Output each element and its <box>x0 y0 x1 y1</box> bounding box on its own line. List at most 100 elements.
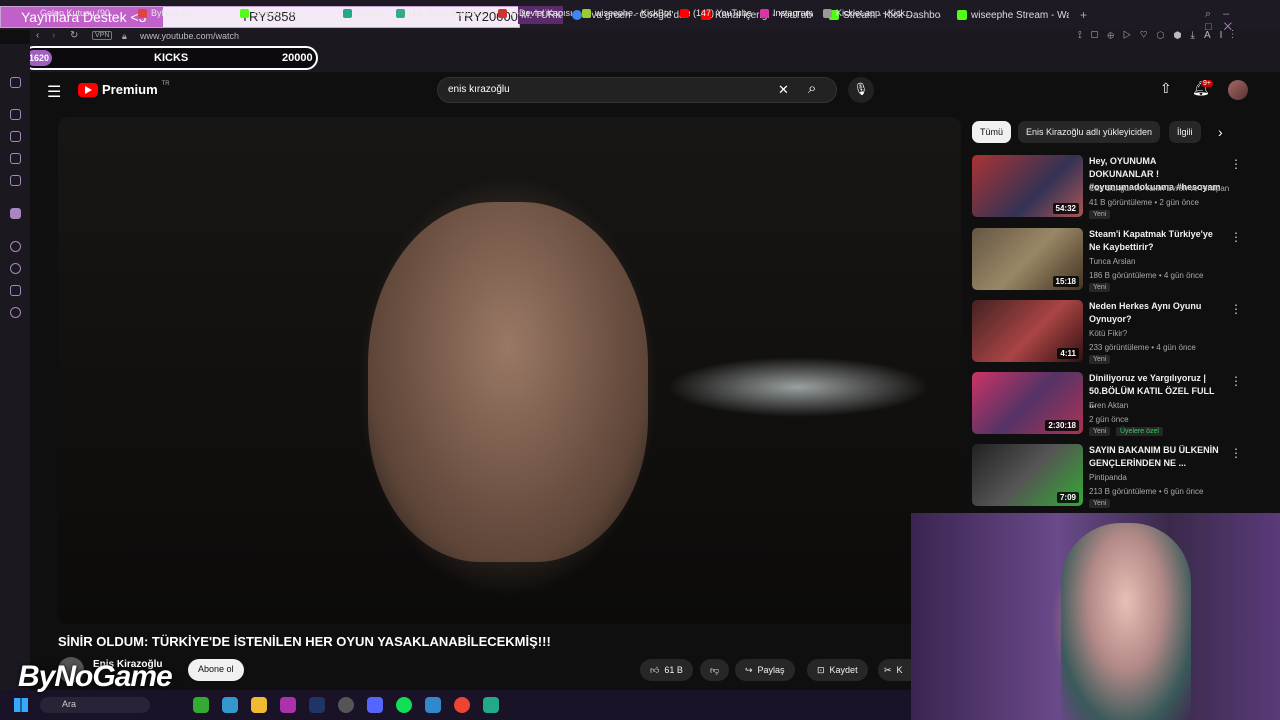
url-field[interactable]: www.youtube.com/watch <box>140 31 239 41</box>
scissors-icon: ✂ <box>884 664 892 675</box>
discord-icon[interactable] <box>367 697 383 713</box>
rec-title[interactable]: Steam'i Kapatmak Türkiye'ye Ne Kaybettir… <box>1089 228 1221 254</box>
more-options-icon[interactable]: ⋮ <box>1230 230 1242 244</box>
search-bar[interactable]: enis kırazoğlu ✕ <box>437 77 837 103</box>
chip-all[interactable]: Tümü <box>972 121 1012 143</box>
sidebar-app-icon[interactable] <box>10 109 21 120</box>
upload-icon[interactable]: ⇧ <box>1160 80 1172 97</box>
share-button[interactable]: ↪ Paylaş <box>735 659 795 681</box>
recommendation-item[interactable]: 54:32 Hey, OYUNUMA DOKUNANLAR ! #oyunuma… <box>972 155 1262 219</box>
youtube-icon <box>78 82 98 97</box>
settings-icon[interactable] <box>10 307 21 318</box>
reload-icon[interactable]: ↻ <box>70 30 78 41</box>
forward-icon[interactable]: › <box>52 30 55 41</box>
rec-channel[interactable]: Kötü Fikir? <box>1089 329 1127 338</box>
messenger-icon[interactable] <box>10 77 21 88</box>
chip-from-uploader[interactable]: Enis Kirazoğlu adlı yükleyiciden <box>1018 121 1161 143</box>
clear-search-icon[interactable]: ✕ <box>778 82 789 98</box>
avatar[interactable] <box>1228 80 1248 100</box>
bookmark-edevlet[interactable]: e-Devlet Kapısı <box>498 8 573 18</box>
video-thumbnail[interactable]: 2:30:18 <box>972 372 1083 434</box>
video-player[interactable] <box>58 117 961 624</box>
back-icon[interactable]: ‹ <box>36 30 39 41</box>
kick-stats-overlay: 1620 KICKS 20000 <box>22 46 318 70</box>
history-icon[interactable] <box>10 263 21 274</box>
menu-icon[interactable]: ☰ <box>47 82 61 102</box>
bookmark-kicklet[interactable]: Kicklet.app - Kick... <box>823 8 913 18</box>
vpn-badge[interactable]: VPN <box>92 31 113 40</box>
video-thumbnail[interactable]: 54:32 <box>972 155 1083 217</box>
recommendation-item[interactable]: 2:30:18 Diniliyoruz ve Yargılıyoruz | 50… <box>972 372 1262 436</box>
bookmark-gmail[interactable]: Gelen Kutusu (90... <box>40 8 118 18</box>
more-options-icon[interactable]: ⋮ <box>1230 446 1242 460</box>
steam-icon[interactable] <box>309 697 325 713</box>
sidebar-app-icon[interactable] <box>10 153 21 164</box>
youtube-icon <box>680 8 689 18</box>
windows-start-icon[interactable] <box>14 698 28 712</box>
extensions-icon[interactable] <box>10 285 21 296</box>
webcam-overlay <box>911 513 1280 720</box>
spotify-icon[interactable] <box>396 697 412 713</box>
rec-channel[interactable]: Eren Aktan <box>1089 401 1128 410</box>
tab-kick-watch[interactable]: wiseephe Stream - Watch <box>957 6 1069 24</box>
more-options-icon[interactable]: ⋮ <box>1230 374 1242 388</box>
sidebar-app-icon[interactable] <box>10 175 21 186</box>
app-icon[interactable] <box>483 697 499 713</box>
dislike-button[interactable]: 👎︎ <box>700 659 730 681</box>
video-thumbnail[interactable]: 7:09 <box>972 444 1083 506</box>
bookmark-youtube[interactable]: (147) YouTube <box>680 8 752 18</box>
browser-sidebar <box>0 44 30 690</box>
video-thumbnail[interactable]: 4:11 <box>972 300 1083 362</box>
player-icon[interactable] <box>10 241 21 252</box>
voice-search-icon[interactable]: 🎙︎ <box>848 77 874 103</box>
rec-channel[interactable]: Tunca Arslan <box>1089 257 1135 266</box>
like-button[interactable]: 👍︎ 61 B <box>640 659 693 681</box>
bookmark-label: Gelen Kutusu (90... <box>40 8 118 18</box>
browser-toolbar-icons[interactable]: ⟟▢⊕▷♡⬡⬢⤓AI⋮ <box>1078 30 1243 41</box>
rec-title[interactable]: SAYIN BAKANIM BU ÜLKENİN GENÇLERİNDEN NE… <box>1089 444 1221 470</box>
bookmark-etkinlik[interactable]: Etkinlik <box>343 8 385 18</box>
video-thumbnail[interactable]: 15:18 <box>972 228 1083 290</box>
video-frame-subject <box>368 202 648 562</box>
file-explorer-icon[interactable] <box>251 697 267 713</box>
recommendation-item[interactable]: 4:11 Neden Herkes Aynı Oyunu Oynuyor? Kö… <box>972 300 1262 364</box>
chrome-icon[interactable] <box>454 697 470 713</box>
chevron-right-icon[interactable]: › <box>1218 124 1223 140</box>
bookmark-bynogame[interactable]: ByNoGam... <box>138 8 200 18</box>
rec-channel[interactable]: Can Sungur ve Yakın Evren ve Pintipanda.… <box>1089 184 1229 193</box>
bookmark-label: wiseephe - KickBot <box>595 8 672 18</box>
bookmark-icon: ⊡ <box>817 664 825 675</box>
rec-channel[interactable]: Pintipanda <box>1089 473 1127 482</box>
youtube-logo[interactable]: Premium TR <box>78 81 170 97</box>
streamer-figure <box>1061 523 1191 720</box>
bookmark-icon <box>343 8 352 18</box>
save-button[interactable]: ⊡ Kaydet <box>807 659 868 681</box>
bookmark-tipping[interactable]: (18) Tipping Meth... <box>396 8 487 18</box>
search-input[interactable]: enis kırazoğlu <box>448 84 510 95</box>
bookmark-kickbot[interactable]: wiseephe - KickBot <box>582 8 672 18</box>
search-icon[interactable]: ⌕ <box>808 80 816 97</box>
recommendation-item[interactable]: 15:18 Steam'i Kapatmak Türkiye'ye Ne Kay… <box>972 228 1262 292</box>
sidebar-app-icon[interactable] <box>10 131 21 142</box>
more-options-icon[interactable]: ⋮ <box>1230 302 1242 316</box>
chip-related[interactable]: İlgili <box>1169 121 1201 143</box>
opera-gx-icon[interactable] <box>280 697 296 713</box>
new-tab-icon[interactable]: + <box>1080 8 1087 22</box>
twitch-icon[interactable] <box>10 208 21 219</box>
duration-badge: 4:11 <box>1057 348 1079 359</box>
share-label: Paylaş <box>757 665 785 675</box>
app-icon[interactable] <box>425 697 441 713</box>
clip-button[interactable]: ✂ K <box>878 659 911 681</box>
subscribe-button[interactable]: Abone ol <box>188 659 244 681</box>
rec-title[interactable]: Neden Herkes Aynı Oyunu Oynuyor? <box>1089 300 1221 326</box>
taskbar-search[interactable]: Ara <box>40 697 150 713</box>
bookmark-kick-stream[interactable]: Stream - K... <box>240 8 304 18</box>
members-only-badge: Üyelere özel <box>1116 427 1163 436</box>
bookmark-label: Kicklet.app - Kick... <box>836 8 913 18</box>
edge-icon[interactable] <box>222 697 238 713</box>
more-options-icon[interactable]: ⋮ <box>1230 157 1242 171</box>
xbox-icon[interactable] <box>193 697 209 713</box>
bookmark-instagram[interactable]: Instagram <box>760 8 813 18</box>
obs-icon[interactable] <box>338 697 354 713</box>
recommendation-item[interactable]: 7:09 SAYIN BAKANIM BU ÜLKENİN GENÇLERİND… <box>972 444 1262 508</box>
